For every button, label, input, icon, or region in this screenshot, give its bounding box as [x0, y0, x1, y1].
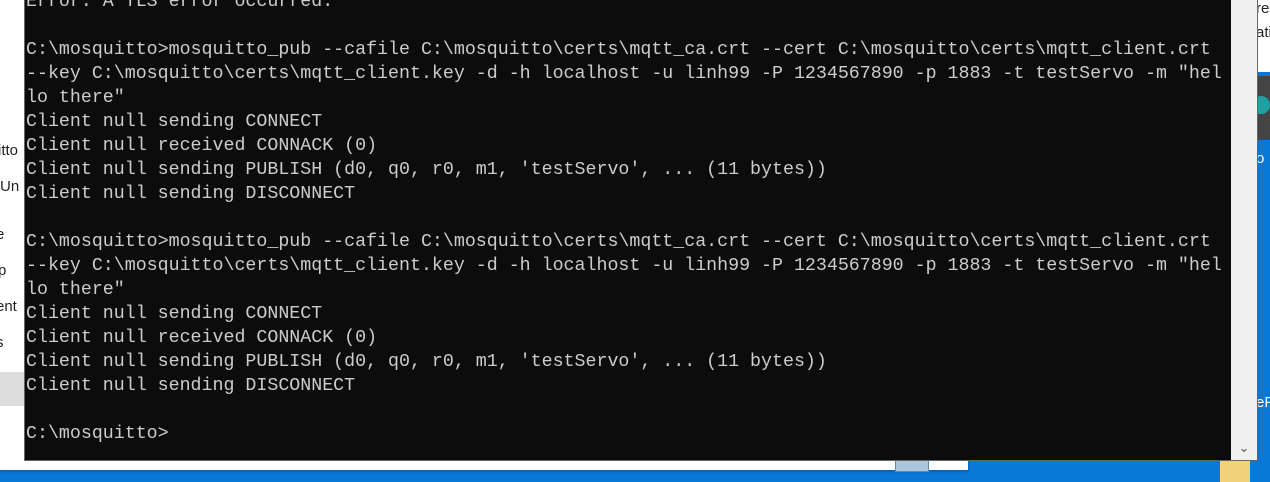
terminal-line: C:\mosquitto>mosquitto_pub --cafile C:\m… [26, 40, 1211, 60]
terminal-line: Client null sending PUBLISH (d0, q0, r0,… [26, 160, 827, 180]
terminal-line: Client null sending CONNECT [26, 304, 323, 324]
background-text: itto [0, 142, 19, 159]
terminal-line: --key C:\mosquitto\certs\mqtt_client.key… [26, 256, 1222, 276]
folder-icon[interactable] [1220, 460, 1250, 482]
background-text: p [0, 262, 7, 279]
background-text: ent [0, 298, 17, 315]
terminal-output[interactable]: Error: A TLS error occurred. C:\mosquitto… [26, 0, 1231, 446]
terminal-line: Client null sending PUBLISH (d0, q0, r0,… [26, 352, 827, 372]
terminal-line: C:\mosquitto>mosquitto_pub --cafile C:\m… [26, 232, 1211, 252]
terminal-line: --key C:\mosquitto\certs\mqtt_client.key… [26, 64, 1222, 84]
taskbar-thumbnail[interactable] [895, 460, 929, 472]
background-text: s [0, 334, 4, 351]
terminal-line: Client null received CONNACK (0) [26, 136, 378, 156]
background-text: e [0, 226, 5, 243]
desktop-icon-label: eFa [1256, 394, 1270, 411]
command-prompt-window[interactable]: Error: A TLS error occurred. C:\mosquitto… [24, 0, 1258, 461]
terminal-line: lo there" [26, 280, 125, 300]
terminal-line: C:\mosquitto> [26, 424, 169, 444]
terminal-line: Client null sending DISCONNECT [26, 184, 356, 204]
terminal-line: Error: A TLS error occurred. [26, 0, 334, 12]
background-text: ati [1256, 24, 1270, 41]
terminal-line: Client null received CONNACK (0) [26, 328, 378, 348]
background-text: Un [0, 178, 20, 195]
vertical-scrollbar[interactable]: ⌄ [1231, 0, 1257, 460]
terminal-line: Client null sending DISCONNECT [26, 376, 356, 396]
terminal-line: lo there" [26, 88, 125, 108]
background-text: re [1256, 0, 1270, 17]
chevron-down-icon[interactable]: ⌄ [1231, 438, 1257, 458]
terminal-line: Client null sending CONNECT [26, 112, 323, 132]
